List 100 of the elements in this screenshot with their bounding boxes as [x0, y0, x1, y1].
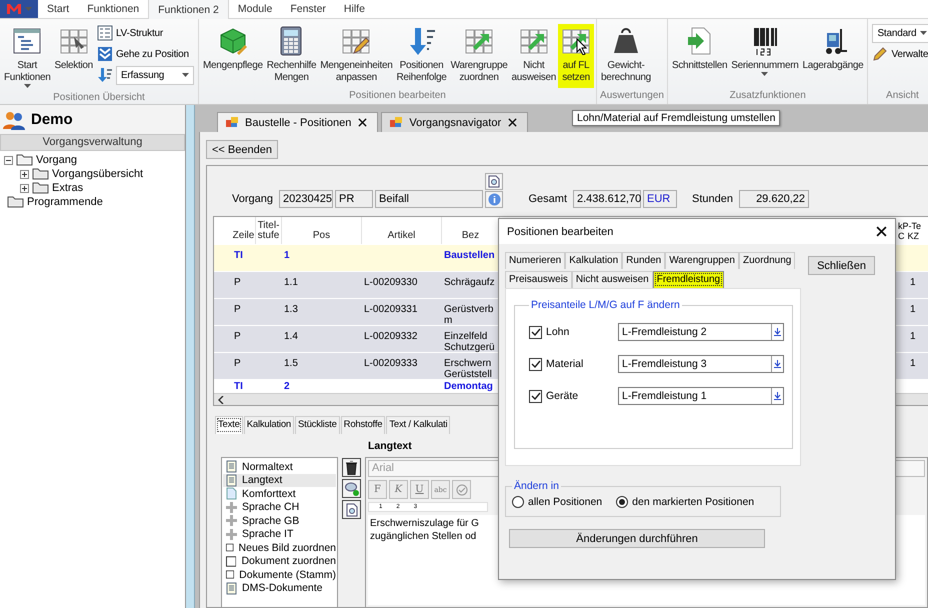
list-item[interactable]: DMS-Dokumente [223, 582, 336, 595]
radio-option[interactable]: allen Positionen [512, 496, 602, 508]
close-icon[interactable] [876, 226, 887, 237]
close-icon[interactable] [508, 118, 518, 127]
detail-tab[interactable]: Kalkulation [244, 416, 294, 434]
detail-tab[interactable]: Text / Kalkulati [386, 416, 450, 434]
ribbon-button[interactable]: Schnittstellen [670, 24, 730, 76]
ribbon-button[interactable]: auf FL setzen [558, 24, 594, 88]
ribbon-small-button[interactable]: LV-Struktur [96, 24, 194, 42]
column-header[interactable]: Pos [282, 217, 362, 244]
ribbon-button[interactable]: Positionen Reihenfolge [394, 24, 449, 88]
ribbon-button[interactable]: Nicht ausweisen [509, 24, 558, 88]
format-button[interactable]: U [410, 480, 429, 499]
tree-item[interactable]: Vorgang [36, 154, 77, 166]
preview-button[interactable] [485, 173, 503, 190]
collapse-icon[interactable] [4, 156, 13, 164]
ribbon-tab[interactable]: Fenster [281, 0, 335, 18]
list-item[interactable]: Sprache IT [223, 528, 336, 541]
radio-option[interactable]: den markierten Positionen [616, 496, 754, 508]
document-tab[interactable]: Vorgangsnavigator [381, 112, 528, 132]
ribbon-tab[interactable]: Funktionen 2 [148, 0, 229, 19]
format-button[interactable]: F [368, 480, 387, 499]
dropdown[interactable]: Standard [872, 24, 928, 42]
list-item[interactable]: Dokumente (Stamm) [223, 568, 336, 582]
ribbon-button[interactable]: Selektion [52, 24, 95, 76]
dialog-tab[interactable]: Numerieren [505, 252, 566, 269]
dialog-tab[interactable]: Kalkulation [565, 252, 622, 269]
ribbon-button[interactable]: Mengeneinheiten anpassen [318, 24, 394, 88]
tree-item[interactable]: Programmende [27, 196, 103, 208]
table-cell-text: Schrägaufz [443, 276, 496, 290]
apply-button[interactable]: Änderungen durchführen [509, 529, 765, 548]
section-header[interactable]: Vorgangsverwaltung [0, 134, 185, 151]
dialog-tab[interactable]: Warengruppen [665, 252, 739, 269]
close-button[interactable]: Schließen [808, 256, 875, 275]
ribbon-tab[interactable]: Hilfe [334, 0, 374, 18]
column-header[interactable]: Titel- stufe [256, 217, 282, 244]
checkbox[interactable] [529, 326, 542, 338]
column-header[interactable]: KZ [908, 231, 920, 241]
radio-button[interactable] [512, 496, 524, 508]
dialog-tab[interactable]: Runden [622, 252, 666, 269]
ribbon-small-button[interactable]: Gehe zu Position [96, 45, 194, 63]
download-arrow-icon [774, 328, 781, 336]
ribbon-button[interactable]: Gewicht- berechnung [599, 24, 653, 88]
list-item[interactable]: Dokument zuordnen [223, 554, 336, 568]
dialog-tab[interactable]: Nicht ausweisen [572, 271, 653, 288]
ribbon-button[interactable]: Lagerabgänge [800, 24, 866, 76]
column-header[interactable]: kP-Te [898, 221, 928, 231]
expand-icon[interactable] [20, 184, 29, 192]
window-icon [390, 117, 402, 128]
column-header[interactable]: Zeile [232, 217, 256, 244]
combo-field[interactable]: L-Fremdleistung 1 [618, 387, 784, 405]
list-item[interactable]: Sprache GB [223, 514, 336, 528]
expand-icon[interactable] [20, 170, 29, 178]
list-item[interactable]: Langtext [223, 474, 336, 487]
dropdown[interactable]: Erfassung [116, 66, 194, 84]
caret-icon [920, 31, 928, 35]
detail-tab[interactable]: Texte [215, 416, 243, 434]
ribbon-button[interactable]: Rechenhilfe Mengen [264, 24, 318, 88]
info-button[interactable] [485, 191, 503, 208]
tree-item[interactable]: Extras [52, 182, 84, 194]
format-button[interactable]: K [389, 480, 408, 499]
ribbon-button[interactable]: Warengruppe zuordnen [448, 24, 510, 88]
ribbon-button[interactable]: Seriennummern [729, 24, 801, 80]
ribbon-tab[interactable]: Module [228, 0, 282, 18]
add-comment-button[interactable] [342, 479, 361, 498]
ribbon-small-button[interactable]: Verwalte [872, 45, 928, 63]
checkbox[interactable] [529, 358, 542, 370]
delete-button[interactable] [342, 458, 361, 477]
detail-tab[interactable]: Stückliste [295, 416, 340, 434]
group-label: Auswertungen [599, 90, 665, 103]
sidebar-title: Demo [31, 111, 73, 128]
combo-field[interactable]: L-Fremdleistung 3 [618, 355, 784, 373]
tree-item[interactable]: Vorgangsübersicht [52, 168, 144, 180]
number-field: 20230425 [279, 190, 333, 208]
dialog-tab[interactable]: Preisausweis [505, 271, 572, 288]
combo-field[interactable]: L-Fremdleistung 2 [618, 323, 784, 341]
document-tab[interactable]: Baustelle - Positionen [217, 112, 378, 132]
field-label: Gesamt [527, 192, 568, 207]
ribbon-tab[interactable]: Funktionen [78, 0, 148, 18]
detail-tab[interactable]: Rohstoffe [340, 416, 386, 434]
ribbon-button[interactable]: Start Funktionen [2, 24, 52, 92]
field-label: Stunden [691, 192, 734, 207]
checkbox[interactable] [529, 390, 542, 402]
list-item[interactable]: Neues Bild zuordnen [223, 541, 336, 554]
column-header[interactable]: Artikel [362, 217, 442, 244]
list-item[interactable]: Komforttext [223, 487, 336, 500]
table-cell-text: 1.3 [283, 303, 299, 317]
list-item[interactable]: Sprache CH [223, 500, 336, 514]
dialog-tab[interactable]: Zuordnung [738, 252, 796, 269]
column-header[interactable]: C [898, 231, 904, 241]
list-item[interactable]: Normaltext [223, 460, 336, 474]
preview-button[interactable] [342, 500, 361, 519]
ribbon-tab[interactable]: Start [38, 0, 78, 18]
dialog-tab[interactable]: Fremdleistung [652, 271, 724, 288]
back-button[interactable]: << Beenden [206, 140, 278, 159]
pencil-icon [872, 46, 888, 62]
radio-button[interactable] [616, 496, 628, 508]
table-cell-text: L-00209331 [363, 303, 418, 317]
close-icon[interactable] [358, 118, 368, 127]
ribbon-button[interactable]: Mengenpflege [200, 24, 265, 76]
